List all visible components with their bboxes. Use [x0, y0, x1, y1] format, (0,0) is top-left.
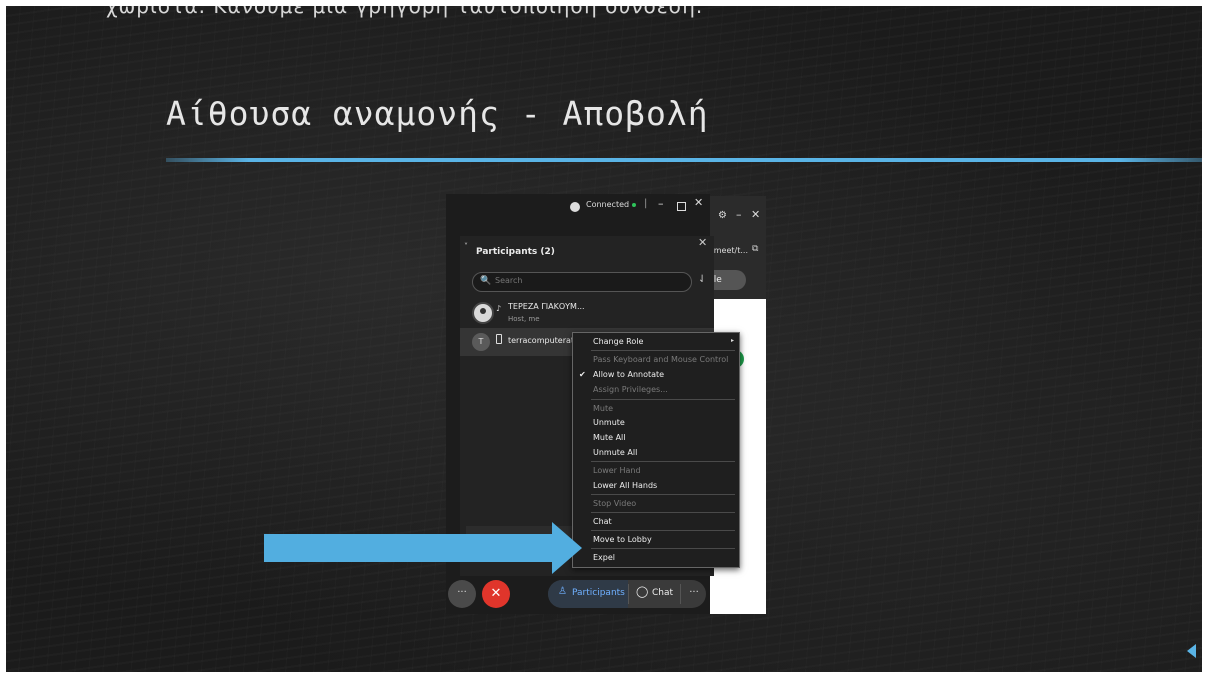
participants-title: Participants (2)	[476, 247, 555, 257]
menu-item-unmute[interactable]: Unmute	[593, 418, 625, 427]
menu-item-unmute-all[interactable]: Unmute All	[593, 448, 637, 457]
close-panel-button[interactable]: ✕	[698, 236, 707, 249]
participants-button-label: Participants	[572, 588, 625, 598]
connected-dot-icon	[632, 203, 636, 207]
menu-divider	[591, 461, 735, 462]
participants-button[interactable]: ♙ Participants	[548, 580, 628, 608]
menu-divider	[591, 350, 735, 351]
participant-row[interactable]: ♪ ΤΕΡΕΖΑ ΓΙΑΚΟΥΜ... Host, me	[466, 298, 710, 326]
menu-item-pass-keyboard: Pass Keyboard and Mouse Control	[593, 355, 729, 364]
maximize-button[interactable]	[677, 202, 686, 211]
submenu-arrow-icon: ▸	[731, 337, 735, 344]
participant-role: Host, me	[508, 315, 540, 323]
chat-button[interactable]: ◯ Chat	[630, 580, 680, 608]
chevron-down-icon[interactable]: ˅	[464, 242, 468, 251]
menu-item-lower-hand: Lower Hand	[593, 466, 641, 475]
check-icon: ✔	[579, 370, 586, 379]
menu-divider	[591, 530, 735, 531]
participant-name: terracomputerata	[508, 336, 579, 345]
connection-status: Connected	[586, 200, 630, 209]
menu-divider	[591, 399, 735, 400]
slide-top-text: χωριστά. Κάνουμε μια γρήγορη ταυτοποίηση…	[106, 6, 704, 18]
menu-item-chat[interactable]: Chat	[593, 517, 612, 526]
menu-item-expel[interactable]: Expel	[593, 553, 615, 562]
participant-name: ΤΕΡΕΖΑ ΓΙΑΚΟΥΜ...	[508, 302, 585, 311]
close-window-button[interactable]: ✕	[694, 196, 703, 209]
gear-icon[interactable]: ⚙	[718, 210, 727, 221]
chat-icon: ◯	[636, 585, 649, 598]
menu-divider	[591, 512, 735, 513]
end-call-button[interactable]: ✕	[482, 580, 510, 608]
copy-icon[interactable]: ⧉	[752, 244, 758, 254]
titlebar-divider: |	[644, 198, 648, 209]
avatar: T	[472, 333, 490, 351]
chat-button-label: Chat	[652, 588, 674, 598]
menu-item-move-to-lobby[interactable]: Move to Lobby	[593, 535, 652, 544]
menu-divider	[591, 548, 735, 549]
phone-icon	[496, 334, 502, 344]
search-icon: 🔍	[480, 276, 492, 286]
menu-item-change-role[interactable]: Change Role	[593, 337, 643, 346]
browser-close-button[interactable]: ✕	[751, 208, 760, 221]
minimize-button[interactable]: –	[658, 197, 664, 210]
connection-icon	[570, 202, 580, 212]
menu-item-assign-privileges: Assign Privileges...	[593, 385, 668, 394]
pointer-arrow-head-icon	[552, 522, 582, 574]
more-options-button[interactable]: ···	[448, 580, 476, 608]
title-underline	[166, 158, 1202, 162]
pointer-arrow-icon	[264, 534, 556, 562]
sort-icon[interactable]: ⇃	[698, 274, 706, 285]
menu-item-lower-all-hands[interactable]: Lower All Hands	[593, 481, 657, 490]
menu-divider	[591, 494, 735, 495]
search-input[interactable]	[493, 275, 677, 286]
more-panels-button[interactable]: ···	[682, 580, 706, 608]
slide-end-marker-icon	[1187, 644, 1196, 658]
avatar	[472, 302, 494, 324]
participant-context-menu: Change Role ▸ Pass Keyboard and Mouse Co…	[572, 332, 740, 568]
search-box[interactable]: 🔍	[472, 272, 692, 292]
participants-icon: ♙	[558, 586, 567, 597]
menu-item-mute: Mute	[593, 404, 614, 413]
meeting-toolbar: ··· ✕ ♙ Participants ◯ Chat ···	[446, 580, 710, 614]
browser-minimize-button[interactable]: –	[736, 208, 742, 221]
meeting-titlebar: Connected | – ✕	[446, 194, 710, 220]
menu-item-stop-video: Stop Video	[593, 499, 637, 508]
host-audio-icon: ♪	[496, 304, 502, 313]
slide-title: Αίθουσα αναμονής - Αποβολή	[166, 94, 709, 133]
menu-item-mute-all[interactable]: Mute All	[593, 433, 626, 442]
panel-button-group: ♙ Participants ◯ Chat ···	[548, 580, 706, 608]
toolbar-divider	[680, 584, 681, 604]
toolbar-divider	[628, 584, 629, 604]
menu-item-allow-annotate[interactable]: Allow to Annotate	[593, 370, 664, 379]
